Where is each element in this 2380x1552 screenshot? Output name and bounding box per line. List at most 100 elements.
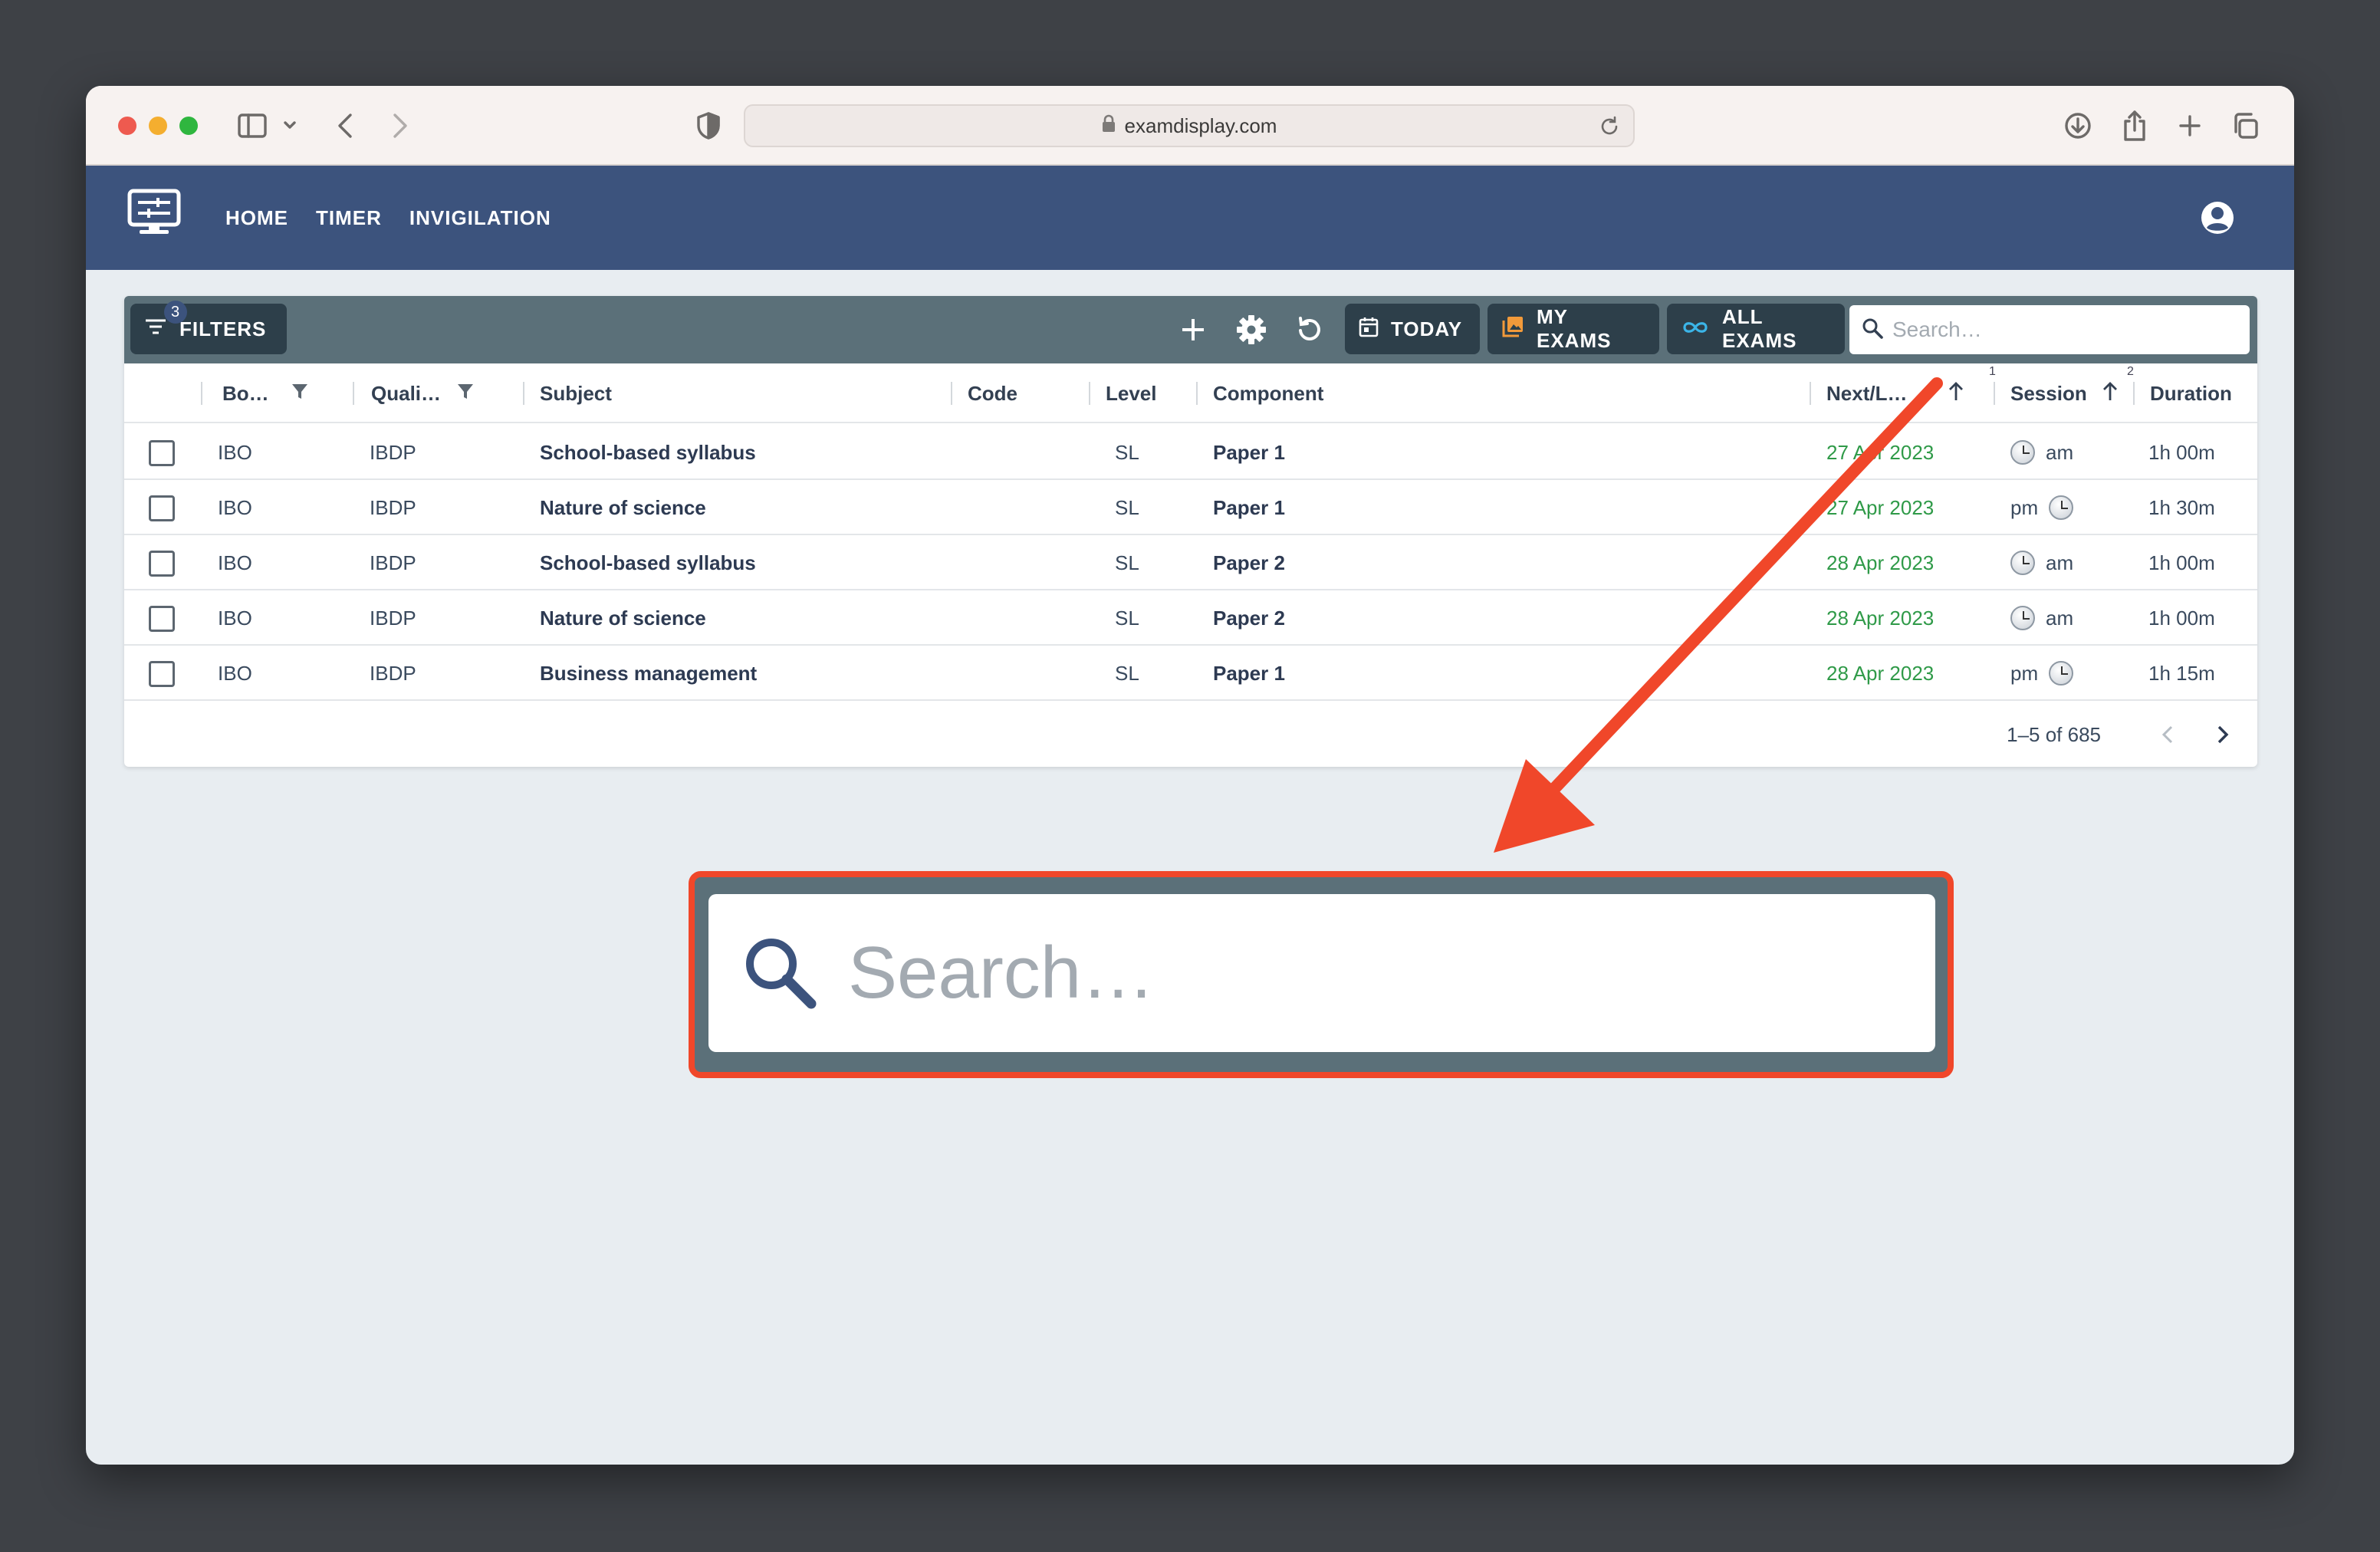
exam-display-logo-icon[interactable] [127, 189, 181, 240]
clock-icon [2049, 495, 2074, 520]
date-cell: 27 Apr 2023 [1826, 495, 1935, 519]
my-exams-button[interactable]: MY EXAMS [1488, 304, 1659, 354]
search-callout-input[interactable] [848, 931, 1906, 1015]
qualification-cell: IBDP [370, 440, 416, 464]
row-checkbox[interactable] [149, 661, 175, 687]
component-cell[interactable]: Paper 1 [1213, 646, 1285, 701]
table-row[interactable]: IBO IBDP School-based syllabus SL Paper 1 27 … [124, 425, 2257, 480]
subject-cell[interactable]: School-based syllabus [540, 535, 756, 590]
component-cell[interactable]: Paper 1 [1213, 480, 1285, 535]
pagination-info: 1–5 of 685 [2007, 722, 2101, 746]
share-icon[interactable] [2116, 107, 2153, 144]
row-checkbox[interactable] [149, 551, 175, 577]
clock-icon [2010, 440, 2035, 465]
column-header-component[interactable]: Component [1213, 363, 1323, 423]
table-header: Bo… Quali… Subject Code Level Component [124, 363, 2257, 423]
level-cell: SL [1115, 606, 1139, 630]
reset-icon[interactable] [1290, 310, 1330, 350]
column-header-board[interactable]: Bo… [222, 363, 309, 423]
add-icon[interactable] [1173, 310, 1213, 350]
downloads-icon[interactable] [2059, 107, 2096, 144]
next-page-icon[interactable] [2211, 722, 2234, 751]
column-header-qualification[interactable]: Quali… [371, 363, 475, 423]
sort-ascending-icon[interactable] [2101, 380, 2119, 407]
qualification-cell: IBDP [370, 661, 416, 685]
account-icon[interactable] [2199, 199, 2236, 236]
nav-home[interactable]: HOME [225, 206, 288, 230]
table-row[interactable]: IBO IBDP Nature of science SL Paper 1 27 Apr … [124, 480, 2257, 535]
board-cell: IBO [218, 661, 252, 685]
main-nav: HOME TIMER INVIGILATION [225, 166, 551, 270]
column-header-level[interactable]: Level [1106, 363, 1157, 423]
sidebar-toggle-icon[interactable] [236, 107, 298, 144]
session-cell: pm [2010, 480, 2074, 535]
table-row[interactable]: IBO IBDP Business management SL Paper 1 28 Ap… [124, 646, 2257, 701]
nav-invigilation[interactable]: INVIGILATION [409, 206, 551, 230]
board-cell: IBO [218, 606, 252, 630]
table-row[interactable]: IBO IBDP Nature of science SL Paper 2 28 Apr … [124, 590, 2257, 646]
column-header-next[interactable]: Next/L… [1826, 363, 1965, 423]
subject-cell[interactable]: Nature of science [540, 590, 706, 646]
level-cell: SL [1115, 661, 1139, 685]
component-cell[interactable]: Paper 1 [1213, 425, 1285, 480]
filters-button[interactable]: 3 FILTERS [130, 301, 287, 354]
sort-ascending-icon[interactable] [1947, 380, 1965, 407]
clock-icon [2010, 606, 2035, 630]
subject-cell[interactable]: Business management [540, 646, 757, 701]
tab-overview-icon[interactable] [2227, 107, 2263, 144]
board-cell: IBO [218, 551, 252, 574]
component-cell[interactable]: Paper 2 [1213, 590, 1285, 646]
session-cell: am [2010, 425, 2073, 480]
session-text: am [2046, 606, 2074, 630]
filter-funnel-icon[interactable] [456, 382, 475, 406]
today-button[interactable]: TODAY [1345, 304, 1480, 354]
column-header-code[interactable]: Code [968, 363, 1017, 423]
table-row[interactable]: IBO IBDP School-based syllabus SL Paper 2 28 … [124, 535, 2257, 590]
zoom-window-button[interactable] [179, 117, 198, 135]
column-header-session[interactable]: Session [2010, 363, 2119, 423]
duration-cell: 1h 30m [2148, 495, 2215, 519]
board-cell: IBO [218, 495, 252, 519]
row-checkbox[interactable] [149, 606, 175, 632]
nav-timer[interactable]: TIMER [316, 206, 382, 230]
component-cell[interactable]: Paper 2 [1213, 535, 1285, 590]
filters-label: FILTERS [179, 317, 267, 340]
reload-icon[interactable] [1598, 115, 1621, 143]
search-input[interactable] [1892, 317, 2230, 342]
my-exams-label: MY EXAMS [1537, 305, 1612, 352]
minimize-window-button[interactable] [149, 117, 167, 135]
duration-cell: 1h 15m [2148, 661, 2215, 685]
row-checkbox[interactable] [149, 440, 175, 466]
subject-cell[interactable]: School-based syllabus [540, 425, 756, 480]
all-exams-button[interactable]: ALL EXAMS [1667, 304, 1845, 354]
browser-toolbar: examdisplay.com [86, 86, 2294, 166]
row-checkbox[interactable] [149, 495, 175, 521]
new-tab-icon[interactable] [2171, 107, 2208, 144]
previous-page-icon[interactable] [2156, 722, 2179, 751]
sort-order-number: 2 [2127, 365, 2134, 378]
subject-cell[interactable]: Nature of science [540, 480, 706, 535]
session-text: pm [2010, 495, 2039, 519]
session-cell: am [2010, 590, 2073, 646]
search-icon [1862, 317, 1883, 343]
search-box[interactable] [1849, 305, 2250, 354]
column-header-subject[interactable]: Subject [540, 363, 612, 423]
address-bar[interactable]: examdisplay.com [744, 104, 1635, 147]
photo-library-icon [1501, 315, 1524, 344]
table-toolbar: 3 FILTERS TODAY MY EXAMS ALL EXAMS Searc… [124, 296, 2257, 363]
board-cell: IBO [218, 440, 252, 464]
close-window-button[interactable] [118, 117, 136, 135]
session-cell: pm [2010, 646, 2074, 701]
lock-icon [1102, 114, 1116, 138]
duration-cell: 1h 00m [2148, 606, 2215, 630]
date-cell: 28 Apr 2023 [1826, 606, 1935, 630]
url-text: examdisplay.com [1124, 113, 1277, 137]
duration-cell: 1h 00m [2148, 551, 2215, 574]
filter-funnel-icon[interactable] [291, 382, 309, 406]
back-arrow-icon[interactable] [330, 107, 360, 144]
search-callout-box[interactable] [708, 894, 1935, 1052]
forward-arrow-icon[interactable] [385, 107, 416, 144]
column-header-duration[interactable]: Duration [2150, 363, 2232, 423]
privacy-shield-icon[interactable] [692, 107, 725, 144]
gear-icon[interactable] [1231, 310, 1271, 350]
